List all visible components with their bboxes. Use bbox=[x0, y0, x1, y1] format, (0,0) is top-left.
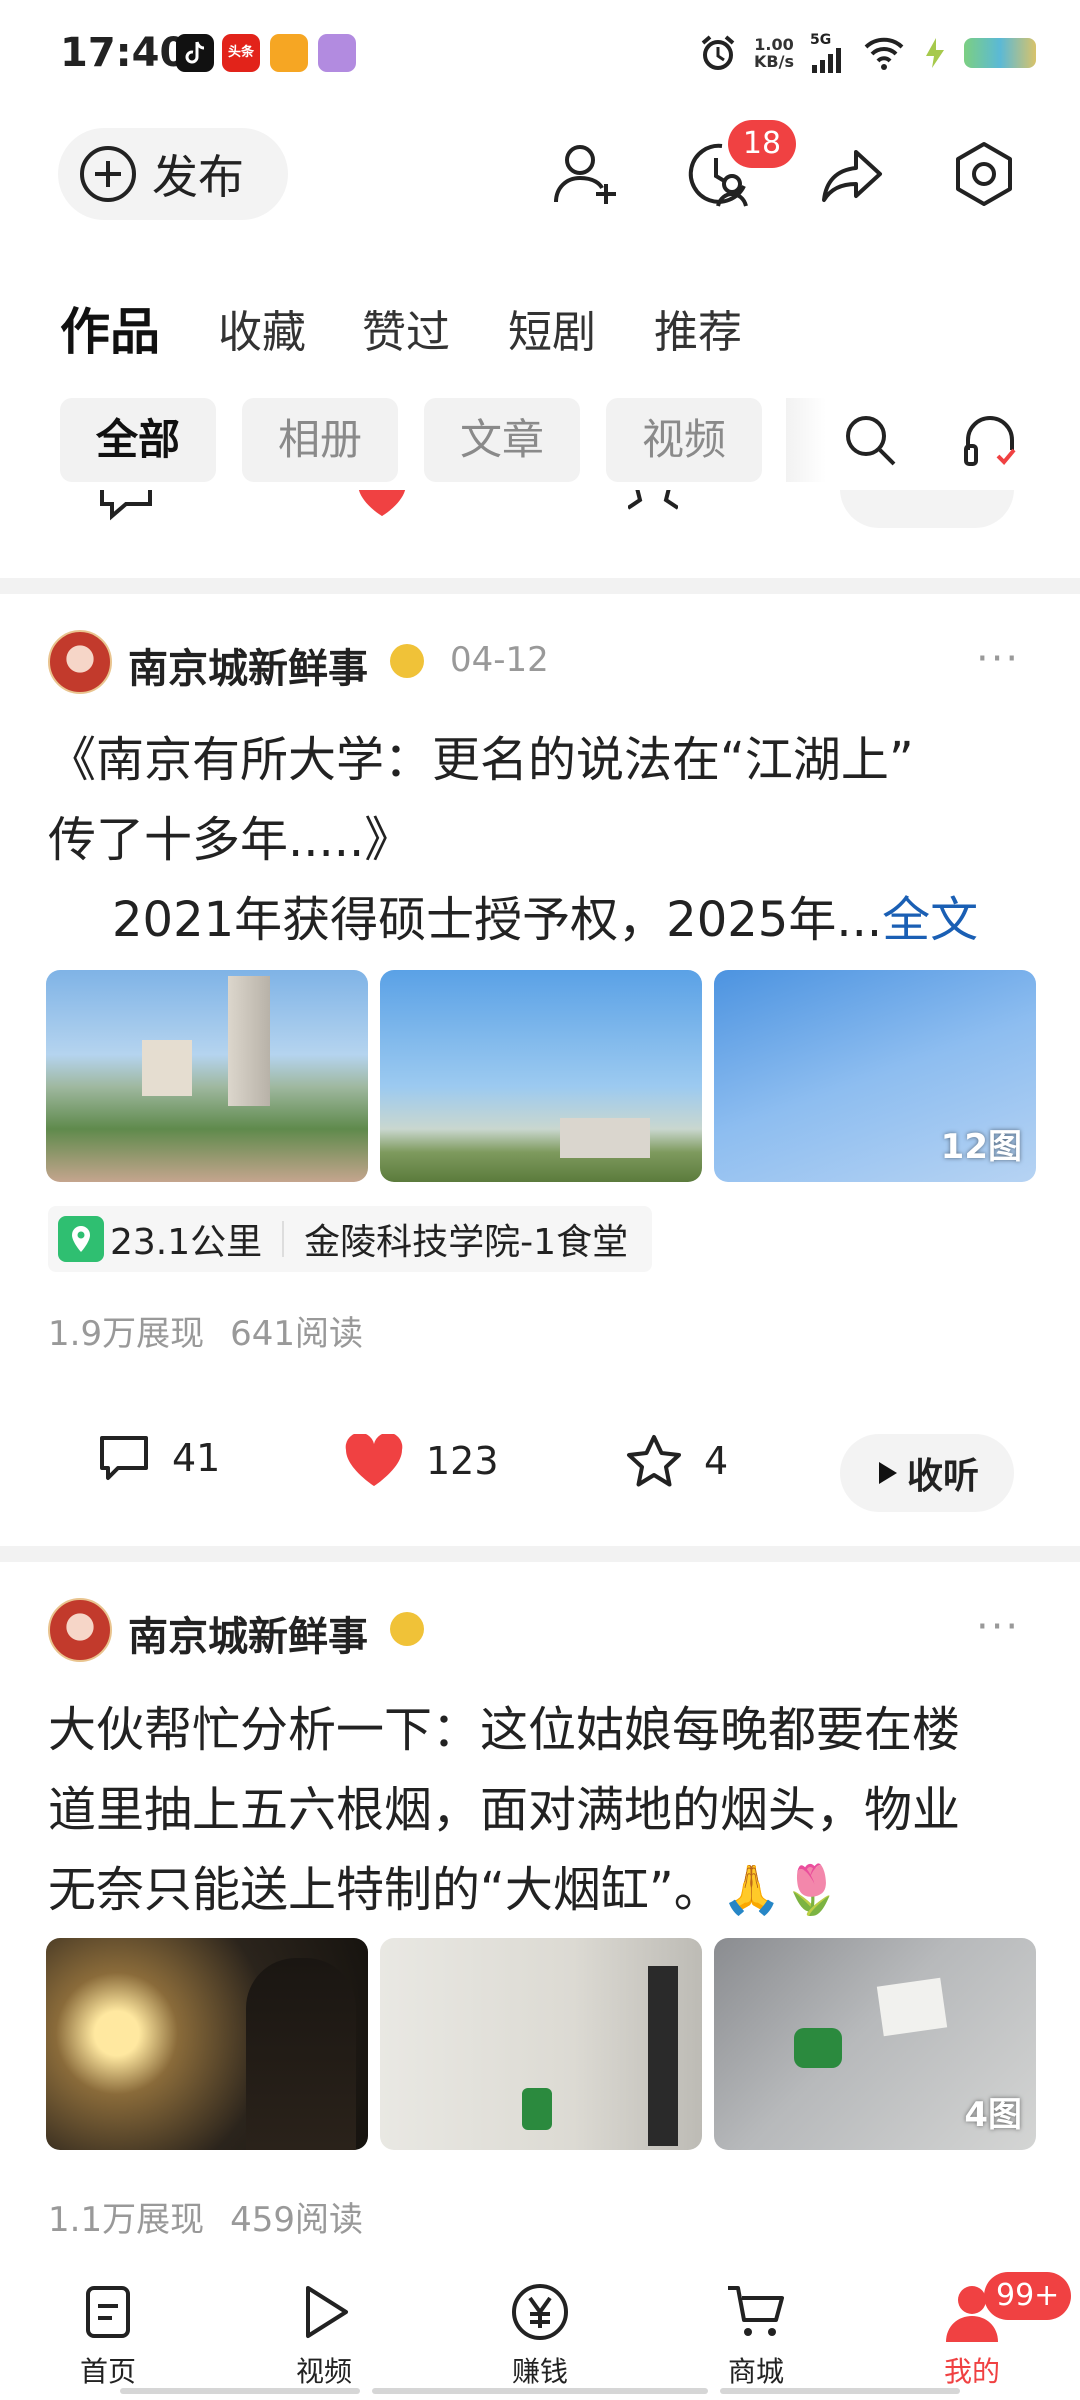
shopping-cart-icon bbox=[728, 2286, 784, 2336]
chip-article[interactable]: 文章 bbox=[424, 398, 580, 482]
publish-button[interactable]: 发布 bbox=[58, 128, 288, 220]
previous-post-partial bbox=[0, 490, 1080, 580]
tiktok-app-icon bbox=[176, 34, 214, 72]
paper-note-shape bbox=[876, 1977, 948, 2037]
play-icon bbox=[878, 1462, 897, 1484]
heart-icon bbox=[345, 1434, 403, 1486]
location-distance: 23.1公里 bbox=[110, 1222, 263, 1263]
charging-icon bbox=[926, 38, 944, 68]
search-icon[interactable] bbox=[840, 410, 900, 470]
home-icon bbox=[86, 2286, 130, 2338]
gesture-bar bbox=[720, 2388, 960, 2394]
favorite-button[interactable]: 4 bbox=[626, 1434, 728, 1488]
post-author[interactable]: 南京城新鲜事 bbox=[128, 1604, 368, 1662]
status-time: 17:40 bbox=[60, 30, 188, 76]
nav-video[interactable]: 视频 bbox=[254, 2280, 394, 2390]
alarm-icon bbox=[701, 35, 735, 70]
section-divider bbox=[0, 1546, 1080, 1562]
tab-works[interactable]: 作品 bbox=[60, 292, 160, 364]
add-friend-icon[interactable] bbox=[550, 138, 622, 210]
post-image[interactable] bbox=[46, 970, 368, 1182]
avatar[interactable] bbox=[48, 630, 112, 694]
chip-album[interactable]: 相册 bbox=[242, 398, 398, 482]
nav-home[interactable]: 首页 bbox=[38, 2280, 178, 2390]
status-bar: 17:40 头条 1.00 KB/s 5G bbox=[0, 0, 1080, 110]
headphones-icon[interactable] bbox=[958, 410, 1022, 470]
post-image[interactable] bbox=[380, 1938, 702, 2150]
post-image[interactable]: 4图 bbox=[714, 1938, 1036, 2150]
tab-short-drama[interactable]: 短剧 bbox=[508, 296, 596, 360]
tab-favorites[interactable]: 收藏 bbox=[218, 296, 306, 360]
comment-icon bbox=[100, 1436, 148, 1480]
image-count: 12图 bbox=[940, 1127, 1022, 1167]
status-icons: 1.00 KB/s 5G bbox=[698, 28, 1036, 78]
full-text-link[interactable]: 全文 bbox=[882, 892, 978, 948]
separator bbox=[282, 1221, 285, 1257]
location-name: 金陵科技学院-1食堂 bbox=[304, 1222, 629, 1263]
more-options-icon[interactable]: ··· bbox=[976, 636, 1020, 682]
plus-circle-icon bbox=[80, 146, 136, 202]
building-shape bbox=[228, 976, 270, 1106]
yuan-coin-icon bbox=[512, 2284, 568, 2340]
location-pin-icon bbox=[58, 1216, 104, 1262]
settings-icon[interactable] bbox=[948, 138, 1020, 210]
building-shape bbox=[142, 1040, 192, 1096]
post-image[interactable] bbox=[380, 970, 702, 1182]
person-silhouette bbox=[246, 1958, 356, 2150]
post-author[interactable]: 南京城新鲜事 bbox=[128, 636, 368, 694]
more-options-icon[interactable]: ··· bbox=[976, 1604, 1020, 1650]
nav-mall[interactable]: 商城 bbox=[686, 2280, 826, 2390]
battery-icon bbox=[964, 38, 1036, 68]
door-frame bbox=[648, 1966, 678, 2146]
like-button[interactable]: 123 bbox=[344, 1434, 499, 1488]
app-notification-icon bbox=[270, 34, 308, 72]
post-stats: 1.1万展现 459阅读 bbox=[48, 2200, 363, 2240]
image-count: 4图 bbox=[964, 2095, 1022, 2135]
toutiao-app-icon: 头条 bbox=[222, 34, 260, 72]
post-text[interactable]: 《南京有所大学：更名的说法在“江湖上” 传了十多年.....》 2021年获得硕… bbox=[48, 720, 1048, 960]
verified-badge-icon bbox=[390, 644, 424, 678]
signal-icon: 5G bbox=[810, 33, 846, 73]
nav-earn[interactable]: 赚钱 bbox=[470, 2280, 610, 2390]
me-badge: 99+ bbox=[984, 2272, 1072, 2320]
post-date: 04-12 bbox=[450, 640, 549, 680]
avatar[interactable] bbox=[48, 1598, 112, 1662]
chip-video[interactable]: 视频 bbox=[606, 398, 762, 482]
post-text[interactable]: 大伙帮忙分析一下：这位姑娘每晚都要在楼 道里抽上五六根烟，面对满地的烟头，物业 … bbox=[48, 1690, 1048, 1930]
chip-all[interactable]: 全部 bbox=[60, 398, 216, 482]
app-notification-icon-2 bbox=[318, 34, 356, 72]
post-image[interactable]: 12图 bbox=[714, 970, 1036, 1182]
gesture-bar bbox=[120, 2388, 360, 2394]
tab-recommend[interactable]: 推荐 bbox=[654, 296, 742, 360]
post-stats: 1.9万展现 641阅读 bbox=[48, 1314, 363, 1354]
share-icon[interactable] bbox=[816, 138, 888, 210]
listen-button[interactable]: 收听 bbox=[840, 1434, 1014, 1512]
post-image[interactable] bbox=[46, 1938, 368, 2150]
notification-badge: 18 bbox=[728, 120, 796, 168]
ashtray-shape bbox=[794, 2028, 842, 2068]
publish-label: 发布 bbox=[152, 150, 244, 204]
comment-button[interactable]: 41 bbox=[98, 1434, 220, 1482]
section-divider bbox=[0, 578, 1080, 594]
building-shape bbox=[560, 1118, 650, 1158]
wifi-icon bbox=[864, 37, 904, 70]
play-icon bbox=[306, 2286, 348, 2338]
chip-fade bbox=[786, 398, 826, 482]
tab-liked[interactable]: 赞过 bbox=[362, 296, 450, 360]
net-speed: 1.00 KB/s bbox=[754, 35, 794, 71]
ashtray-shape bbox=[522, 2088, 552, 2130]
gesture-bar bbox=[372, 2388, 708, 2394]
location-tag[interactable]: 23.1公里 金陵科技学院-1食堂 bbox=[48, 1206, 653, 1272]
verified-badge-icon bbox=[390, 1612, 424, 1646]
star-icon bbox=[627, 1435, 681, 1487]
